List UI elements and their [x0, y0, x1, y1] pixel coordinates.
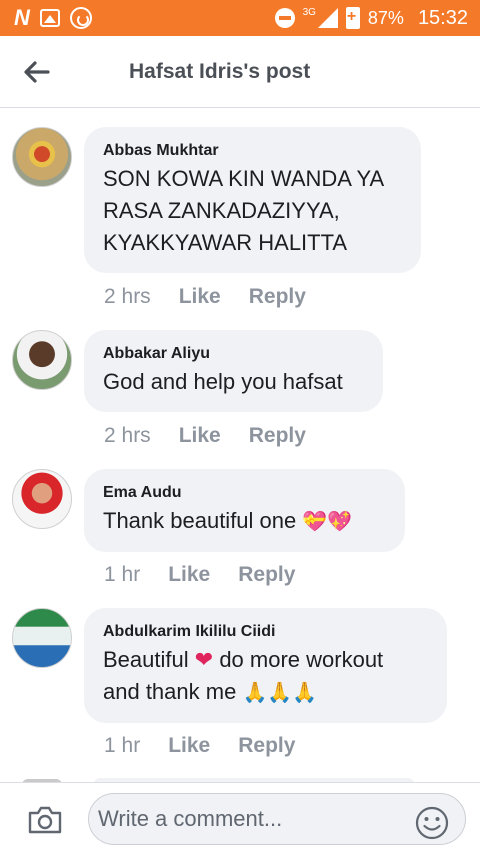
- page-header: Hafsat Idris's post: [0, 36, 480, 108]
- battery-icon: [345, 7, 360, 29]
- comment-input[interactable]: Write a comment...: [88, 793, 466, 845]
- comment-time: 2 hrs: [104, 285, 151, 308]
- comment-author[interactable]: Abbakar Aliyu: [103, 344, 363, 364]
- comment-line: Beautiful ❤ do more workout: [103, 644, 427, 676]
- comment-line: RASA ZANKADAZIYYA,: [103, 198, 340, 223]
- comment-bubble[interactable]: Abdulkarim Ikililu Ciidi Beautiful ❤ do …: [84, 608, 447, 723]
- comment-line-text: Beautiful: [103, 647, 189, 672]
- avatar[interactable]: [12, 330, 72, 390]
- comment-time: 1 hr: [104, 563, 141, 586]
- whatsapp-icon: [69, 7, 92, 29]
- comment-author[interactable]: Ema Audu: [103, 483, 385, 503]
- comment-composer: Write a comment...: [0, 782, 480, 854]
- arrow-left-icon[interactable]: [22, 58, 50, 86]
- system-icons: 3G 87% 15:32: [274, 5, 468, 31]
- like-button[interactable]: Like: [179, 285, 221, 309]
- camera-icon[interactable]: [27, 805, 63, 835]
- comment-line-text: do more workout: [219, 647, 384, 672]
- comment-text: SON KOWA KIN WANDA YA RASA ZANKADAZIYYA,…: [103, 163, 401, 259]
- network-type: 3G: [302, 6, 316, 18]
- comment-time: 1 hr: [104, 734, 141, 757]
- like-button[interactable]: Like: [168, 734, 210, 758]
- do-not-disturb-icon: [274, 8, 295, 28]
- comment-line-text: and thank me: [103, 679, 237, 704]
- comment-author[interactable]: Abdulkarim Ikililu Ciidi: [103, 622, 427, 642]
- comment-actions: 2 hrs Like Reply: [104, 424, 334, 448]
- avatar[interactable]: [12, 469, 72, 529]
- comment-text: Thank beautiful one 💝💖: [103, 505, 385, 538]
- comment-line: KYAKKYAWAR HALITTA: [103, 230, 348, 255]
- notification-icons: N: [14, 5, 92, 30]
- page-title: Hafsat Idris's post: [129, 60, 311, 83]
- reply-button[interactable]: Reply: [249, 424, 306, 448]
- comment-text-body: Thank beautiful one: [103, 508, 297, 533]
- comment-text: God and help you hafsat: [103, 369, 343, 394]
- n-app-icon: N: [14, 5, 30, 30]
- avatar[interactable]: [12, 127, 72, 187]
- heart-emoji: ❤: [194, 647, 214, 672]
- reply-button[interactable]: Reply: [238, 563, 295, 587]
- reply-button[interactable]: Reply: [249, 285, 306, 309]
- smiley-icon[interactable]: [415, 806, 449, 840]
- gallery-icon: [39, 9, 60, 27]
- comment-bubble[interactable]: Ema Audu Thank beautiful one 💝💖: [84, 469, 405, 552]
- like-button[interactable]: Like: [168, 563, 210, 587]
- comment-actions: 1 hr Like Reply: [104, 734, 323, 758]
- clock: 15:32: [417, 6, 468, 29]
- comment-time: 2 hrs: [104, 424, 151, 447]
- comment-actions: 2 hrs Like Reply: [104, 285, 334, 309]
- status-bar: N 3G 87% 15:32: [0, 0, 480, 36]
- comment-author[interactable]: Abbas Mukhtar: [103, 141, 401, 161]
- battery-percent: 87%: [367, 7, 404, 28]
- signal-icon: [317, 8, 338, 28]
- comment-actions: 1 hr Like Reply: [104, 563, 323, 587]
- comment-bubble[interactable]: Abbakar Aliyu God and help you hafsat: [84, 330, 383, 412]
- like-button[interactable]: Like: [179, 424, 221, 448]
- comment-bubble[interactable]: Abbas Mukhtar SON KOWA KIN WANDA YA RASA…: [84, 127, 421, 273]
- praying-hands-emoji: 🙏🙏🙏: [242, 682, 318, 704]
- comment-line: and thank me 🙏🙏🙏: [103, 676, 427, 709]
- comment-text: Beautiful ❤ do more workout and thank me…: [103, 644, 427, 709]
- avatar[interactable]: [12, 608, 72, 668]
- comment-line: SON KOWA KIN WANDA YA: [103, 166, 385, 191]
- heart-gift-emoji: 💝💖: [302, 511, 353, 533]
- reply-button[interactable]: Reply: [238, 734, 295, 758]
